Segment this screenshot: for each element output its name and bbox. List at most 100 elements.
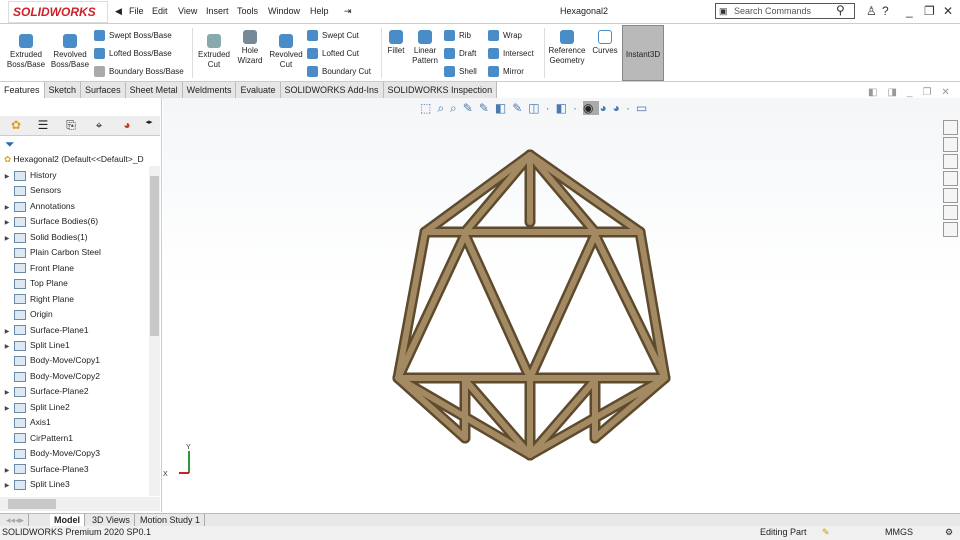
help-icon[interactable]: ? xyxy=(882,4,889,18)
tree-horizontal-scrollbar[interactable] xyxy=(0,497,160,511)
swept-boss-button[interactable]: Swept Boss/Base xyxy=(94,30,172,42)
fillet-button[interactable]: Fillet xyxy=(384,30,408,56)
lofted-cut-button[interactable]: Lofted Cut xyxy=(307,48,359,60)
tab-sheet-metal[interactable]: Sheet Metal xyxy=(125,82,183,98)
tree-item[interactable]: Origin xyxy=(0,307,148,322)
menu-help[interactable]: Help xyxy=(310,6,329,16)
scrollbar-thumb[interactable] xyxy=(150,176,159,336)
expand-arrow-icon[interactable]: ▶ xyxy=(0,402,14,415)
tree-item[interactable]: ▶ Surface-Plane3 xyxy=(0,462,148,477)
tree-item[interactable]: ▶ Split Line1 xyxy=(0,338,148,353)
tab-motion-study[interactable]: Motion Study 1 xyxy=(136,514,206,526)
tree-item[interactable]: Sensors xyxy=(0,183,148,198)
tree-item[interactable]: ▶ Surface-Plane1 xyxy=(0,323,148,338)
rebuild-icon[interactable]: ✎ xyxy=(822,526,830,539)
tab-inspection[interactable]: SOLIDWORKS Inspection xyxy=(383,82,498,98)
hole-wizard-button[interactable]: Hole Wizard xyxy=(234,30,266,66)
pin-icon[interactable]: ⇥ xyxy=(344,6,352,17)
expand-arrow-icon[interactable]: ▶ xyxy=(0,216,14,229)
tree-item[interactable]: CirPattern1 xyxy=(0,431,148,446)
property-manager-tab-icon[interactable]: ☰ xyxy=(31,118,55,134)
design-library-icon[interactable] xyxy=(943,137,958,152)
boundary-boss-button[interactable]: Boundary Boss/Base xyxy=(94,66,184,78)
graphics-area[interactable]: Y X xyxy=(163,98,960,512)
tab-sketch[interactable]: Sketch xyxy=(44,82,82,98)
tree-item[interactable]: Plain Carbon Steel xyxy=(0,245,148,260)
tree-item[interactable]: ▶ Surface-Plane2 xyxy=(0,384,148,399)
configuration-tab-icon[interactable]: ⎘ xyxy=(59,118,83,134)
expand-arrow-icon[interactable]: ▶ xyxy=(0,201,14,214)
display-manager-tab-icon[interactable]: ◕ xyxy=(115,118,139,134)
tree-item[interactable]: Top Plane xyxy=(0,276,148,291)
heads-up-view-toolbar[interactable]: ⬚⌕⌕✎✎◧✎◫·◧·◉◕◕·▭ xyxy=(420,101,653,116)
expand-arrow-icon[interactable]: ▶ xyxy=(0,386,14,399)
tree-item[interactable]: Body-Move/Copy3 xyxy=(0,446,148,461)
viewport-window-controls[interactable]: ◧◨_❐✕ xyxy=(868,87,960,98)
close-icon[interactable]: ✕ xyxy=(943,4,953,18)
expand-arrow-icon[interactable]: ▶ xyxy=(0,340,14,353)
menu-edit[interactable]: Edit xyxy=(152,6,168,16)
revolved-boss-button[interactable]: Revolved Boss/Base xyxy=(50,34,90,70)
restore-icon[interactable]: ❐ xyxy=(924,4,935,18)
dimxpert-tab-icon[interactable]: ⌖ xyxy=(87,118,111,134)
expand-arrow-icon[interactable]: ▶ xyxy=(0,479,14,492)
expand-arrow-icon[interactable]: ▶ xyxy=(0,232,14,245)
search-icon[interactable]: ⚲ xyxy=(836,3,845,17)
mirror-button[interactable]: Mirror xyxy=(488,66,524,78)
tree-item[interactable]: ▶ Split Line2 xyxy=(0,400,148,415)
tree-item[interactable]: ▶ Solid Bodies(1) xyxy=(0,230,148,245)
filter-icon[interactable]: ⏷ xyxy=(5,137,15,152)
tab-3d-views[interactable]: 3D Views xyxy=(88,514,135,526)
view-palette-icon[interactable] xyxy=(943,171,958,186)
menu-window[interactable]: Window xyxy=(268,6,300,16)
menu-tools[interactable]: Tools xyxy=(237,6,258,16)
display-style-icon[interactable]: ◉ xyxy=(582,101,600,115)
tab-scroll-arrows[interactable]: ◂▸ xyxy=(138,118,160,134)
tab-weldments[interactable]: Weldments xyxy=(182,82,237,98)
search-commands-input[interactable]: Search Commands xyxy=(715,3,855,19)
draft-button[interactable]: Draft xyxy=(444,48,476,60)
reference-geometry-button[interactable]: Reference Geometry xyxy=(547,30,587,66)
home-icon[interactable] xyxy=(943,120,958,135)
custom-properties-icon[interactable] xyxy=(943,205,958,220)
tree-item[interactable]: ▶ Annotations xyxy=(0,199,148,214)
curves-button[interactable]: Curves xyxy=(590,30,620,56)
tree-item[interactable]: Body-Move/Copy1 xyxy=(0,353,148,368)
expand-arrow-icon[interactable]: ▶ xyxy=(0,325,14,338)
tab-addins[interactable]: SOLIDWORKS Add-Ins xyxy=(280,82,384,98)
rib-button[interactable]: Rib xyxy=(444,30,471,42)
tree-item[interactable]: ▶ History xyxy=(0,168,148,183)
appearances-icon[interactable] xyxy=(943,188,958,203)
tab-features[interactable]: Features xyxy=(0,82,45,98)
model-beam[interactable] xyxy=(527,232,598,381)
feature-tree-tab-icon[interactable]: ✿ xyxy=(4,118,28,134)
instant3d-button[interactable]: Instant3D xyxy=(622,25,664,81)
tree-item[interactable]: Body-Move/Copy2 xyxy=(0,369,148,384)
tree-item[interactable]: Right Plane xyxy=(0,292,148,307)
tab-surfaces[interactable]: Surfaces xyxy=(81,82,126,98)
swept-cut-button[interactable]: Swept Cut xyxy=(307,30,359,42)
tab-nav-arrows[interactable]: ◂◂◂▸ xyxy=(2,514,30,526)
forum-icon[interactable] xyxy=(943,222,958,237)
settings-icon[interactable]: ⚙ xyxy=(945,526,953,539)
file-explorer-icon[interactable] xyxy=(943,154,958,169)
boundary-cut-button[interactable]: Boundary Cut xyxy=(307,66,371,78)
tree-item[interactable]: ▶ Split Line3 xyxy=(0,477,148,492)
units-selector[interactable]: MMGS xyxy=(885,526,913,539)
linear-pattern-button[interactable]: Linear Pattern xyxy=(410,30,440,66)
tab-model[interactable]: Model xyxy=(50,514,85,526)
expand-arrow-icon[interactable]: ▶ xyxy=(0,464,14,477)
shell-button[interactable]: Shell xyxy=(444,66,477,78)
menu-expand-icon[interactable]: ◀ xyxy=(115,6,122,17)
solidworks-logo[interactable]: SOLIDWORKS xyxy=(8,1,108,23)
tree-item[interactable]: Front Plane xyxy=(0,261,148,276)
tree-root[interactable]: ✿ Hexagonal2 (Default<<Default>_D xyxy=(4,152,152,167)
extruded-cut-button[interactable]: Extruded Cut xyxy=(196,34,232,70)
expand-arrow-icon[interactable]: ▶ xyxy=(0,170,14,183)
tree-item[interactable]: ▶ Surface Bodies(6) xyxy=(0,214,148,229)
lofted-boss-button[interactable]: Lofted Boss/Base xyxy=(94,48,172,60)
user-icon[interactable]: ♙ xyxy=(866,4,877,18)
extruded-boss-button[interactable]: Extruded Boss/Base xyxy=(6,34,46,70)
wrap-button[interactable]: Wrap xyxy=(488,30,522,42)
tree-item[interactable]: Axis1 xyxy=(0,415,148,430)
